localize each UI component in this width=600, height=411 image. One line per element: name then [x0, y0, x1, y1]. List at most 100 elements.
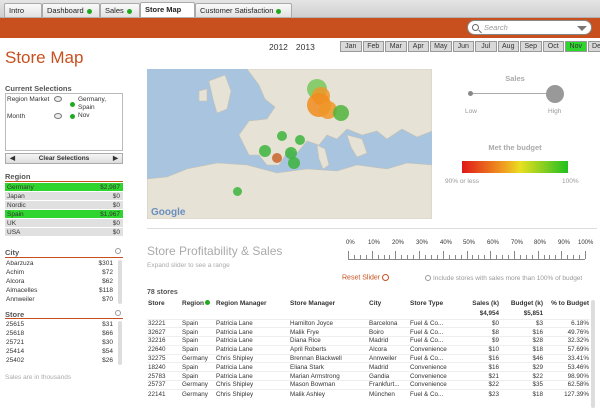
col-header-store[interactable]: Store	[147, 297, 181, 309]
tab-customer-satisfaction[interactable]: Customer Satisfaction	[195, 3, 292, 17]
sales-slider-handle[interactable]	[546, 85, 564, 103]
region-row-japan[interactable]: Japan $0	[5, 192, 123, 201]
table-cell: 22141	[147, 388, 181, 399]
month-nov[interactable]: Nov	[565, 41, 587, 52]
sales-title: Sales	[505, 74, 525, 83]
region-value: $0	[112, 229, 120, 236]
month-oct[interactable]: Oct	[542, 41, 564, 52]
slider-tick	[442, 251, 444, 259]
city-row[interactable]: Achim $72	[5, 268, 123, 277]
search-icon[interactable]	[115, 310, 121, 316]
year-2013[interactable]: 2013	[296, 42, 315, 52]
month-apr[interactable]: Apr	[407, 41, 429, 52]
store-bubble[interactable]	[259, 145, 271, 157]
month-mar[interactable]: Mar	[385, 41, 407, 52]
store-row[interactable]: 25618 $66	[5, 329, 123, 338]
include-stores-toggle[interactable]: Include stores with sales more than 100%…	[425, 275, 582, 282]
scroll-left-icon[interactable]: ◀	[10, 154, 15, 163]
month-jun[interactable]: Jun	[452, 41, 474, 52]
slider-label: 90%	[558, 240, 571, 246]
tab-intro[interactable]: Intro	[4, 3, 42, 17]
region-name: USA	[7, 229, 21, 236]
city-row[interactable]: Alcora $62	[5, 277, 123, 286]
table-row[interactable]: 22141 Germany Chris Shipley Malik Ashley Mün…	[147, 388, 590, 399]
search-icon[interactable]	[115, 248, 121, 254]
region-value: $2,987	[100, 184, 120, 191]
store-row[interactable]: 25414 $54	[5, 347, 123, 356]
col-header-city[interactable]: City	[368, 297, 409, 309]
sales-slider-low-handle[interactable]	[468, 91, 473, 96]
table-cell: 127.39%	[544, 388, 590, 399]
profitability-title: Store Profitability & Sales	[147, 244, 283, 258]
month-may[interactable]: May	[430, 41, 452, 52]
store-bubble[interactable]	[277, 131, 287, 141]
table-cell: 49.76%	[544, 327, 590, 337]
month-feb[interactable]: Feb	[362, 41, 384, 52]
col-header-sales[interactable]: Sales (k)	[456, 297, 500, 309]
store-bubble[interactable]	[272, 153, 282, 163]
table-row[interactable]: 32275 Germany Chris Shipley Brennan Blackwe…	[147, 353, 590, 363]
month-aug[interactable]: Aug	[497, 41, 519, 52]
table-row[interactable]: 32221 Spain Patricia Lane Hamilton Joyce Bar…	[147, 318, 590, 328]
col-header-pct-budget[interactable]: % to Budget	[544, 297, 590, 309]
col-header-budget[interactable]: Budget (k)	[500, 297, 544, 309]
city-row[interactable]: Almacelles $118	[5, 286, 123, 295]
table-scrollbar[interactable]	[591, 300, 595, 408]
region-row-usa[interactable]: USA $0	[5, 228, 123, 237]
table-cell: Annweiler	[368, 353, 409, 363]
city-name: Abarzuza	[6, 260, 34, 267]
store-bubble[interactable]	[233, 187, 242, 196]
table-row[interactable]: 25737 Germany Chris Shipley Mason Bowman Fra…	[147, 380, 590, 390]
clear-selections-button[interactable]: ◀ Clear Selections ▶	[5, 153, 123, 164]
store-scrollbar[interactable]	[118, 321, 122, 365]
table-cell: $10	[456, 344, 500, 355]
store-bubble[interactable]	[288, 157, 300, 169]
region-name: Germany	[7, 184, 34, 191]
city-scrollbar[interactable]	[118, 260, 122, 304]
radio-icon[interactable]	[425, 275, 431, 282]
clear-field-icon[interactable]	[54, 113, 62, 119]
chevron-down-icon[interactable]	[577, 26, 587, 31]
table-row[interactable]: 32216 Spain Patricia Lane Diana Rice Madrid F…	[147, 336, 590, 346]
selection-value: Germany, Spain	[78, 96, 107, 111]
table-row[interactable]: 22640 Spain Patricia Lane April Roberts Alco…	[147, 344, 590, 355]
city-row[interactable]: Abarzuza $301	[5, 259, 123, 268]
col-header-store-manager[interactable]: Store Manager	[289, 297, 368, 309]
region-row-uk[interactable]: UK $0	[5, 219, 123, 228]
table-row[interactable]: 25783 Spain Patricia Lane Marian Armstrong G…	[147, 371, 590, 381]
scroll-right-icon[interactable]: ▶	[113, 154, 118, 163]
store-row[interactable]: 25615 $31	[5, 320, 123, 329]
region-row-nordic[interactable]: Nordic $0	[5, 201, 123, 210]
region-row-spain[interactable]: Spain $1,967	[5, 210, 123, 219]
month-jul[interactable]: Jul	[475, 41, 497, 52]
month-jan[interactable]: Jan	[340, 41, 362, 52]
month-sep[interactable]: Sep	[520, 41, 542, 52]
store-row[interactable]: 25402 $26	[5, 356, 123, 365]
region-value: $1,967	[100, 211, 120, 218]
region-row-germany[interactable]: Germany $2,987	[5, 183, 123, 192]
store-map[interactable]: Google	[147, 69, 432, 219]
table-cell: Spain	[181, 371, 215, 381]
store-row[interactable]: 25721 $30	[5, 338, 123, 347]
month-dec[interactable]: Dec	[587, 41, 600, 52]
reset-slider-button[interactable]: Reset Slider	[342, 274, 390, 281]
table-cell: Mason Bowman	[289, 380, 368, 390]
store-bubble[interactable]	[333, 105, 349, 121]
col-header-store-type[interactable]: Store Type	[409, 297, 456, 309]
profitability-slider[interactable]	[348, 248, 586, 260]
tab-dashboard[interactable]: Dashboard	[42, 3, 100, 17]
table-row[interactable]: 18240 Spain Patricia Lane Eliana Stark Madri…	[147, 362, 590, 372]
col-header-region[interactable]: Region	[181, 297, 215, 309]
col-header-region-manager[interactable]: Region Manager	[215, 297, 289, 309]
year-2012[interactable]: 2012	[269, 42, 288, 52]
store-bubble[interactable]	[295, 135, 305, 145]
table-cell: Patricia Lane	[215, 327, 289, 337]
tab-sales[interactable]: Sales	[100, 3, 140, 17]
sales-slider-track[interactable]	[470, 93, 550, 94]
search-input[interactable]: Search	[467, 20, 592, 35]
tab-store-map[interactable]: Store Map	[140, 2, 195, 17]
table-row[interactable]: 32627 Spain Patricia Lane Malik Frye Boiro Fu…	[147, 327, 590, 337]
table-cell: Chris Shipley	[215, 380, 289, 390]
city-row[interactable]: Annweiler $70	[5, 295, 123, 304]
clear-field-icon[interactable]	[54, 96, 62, 102]
